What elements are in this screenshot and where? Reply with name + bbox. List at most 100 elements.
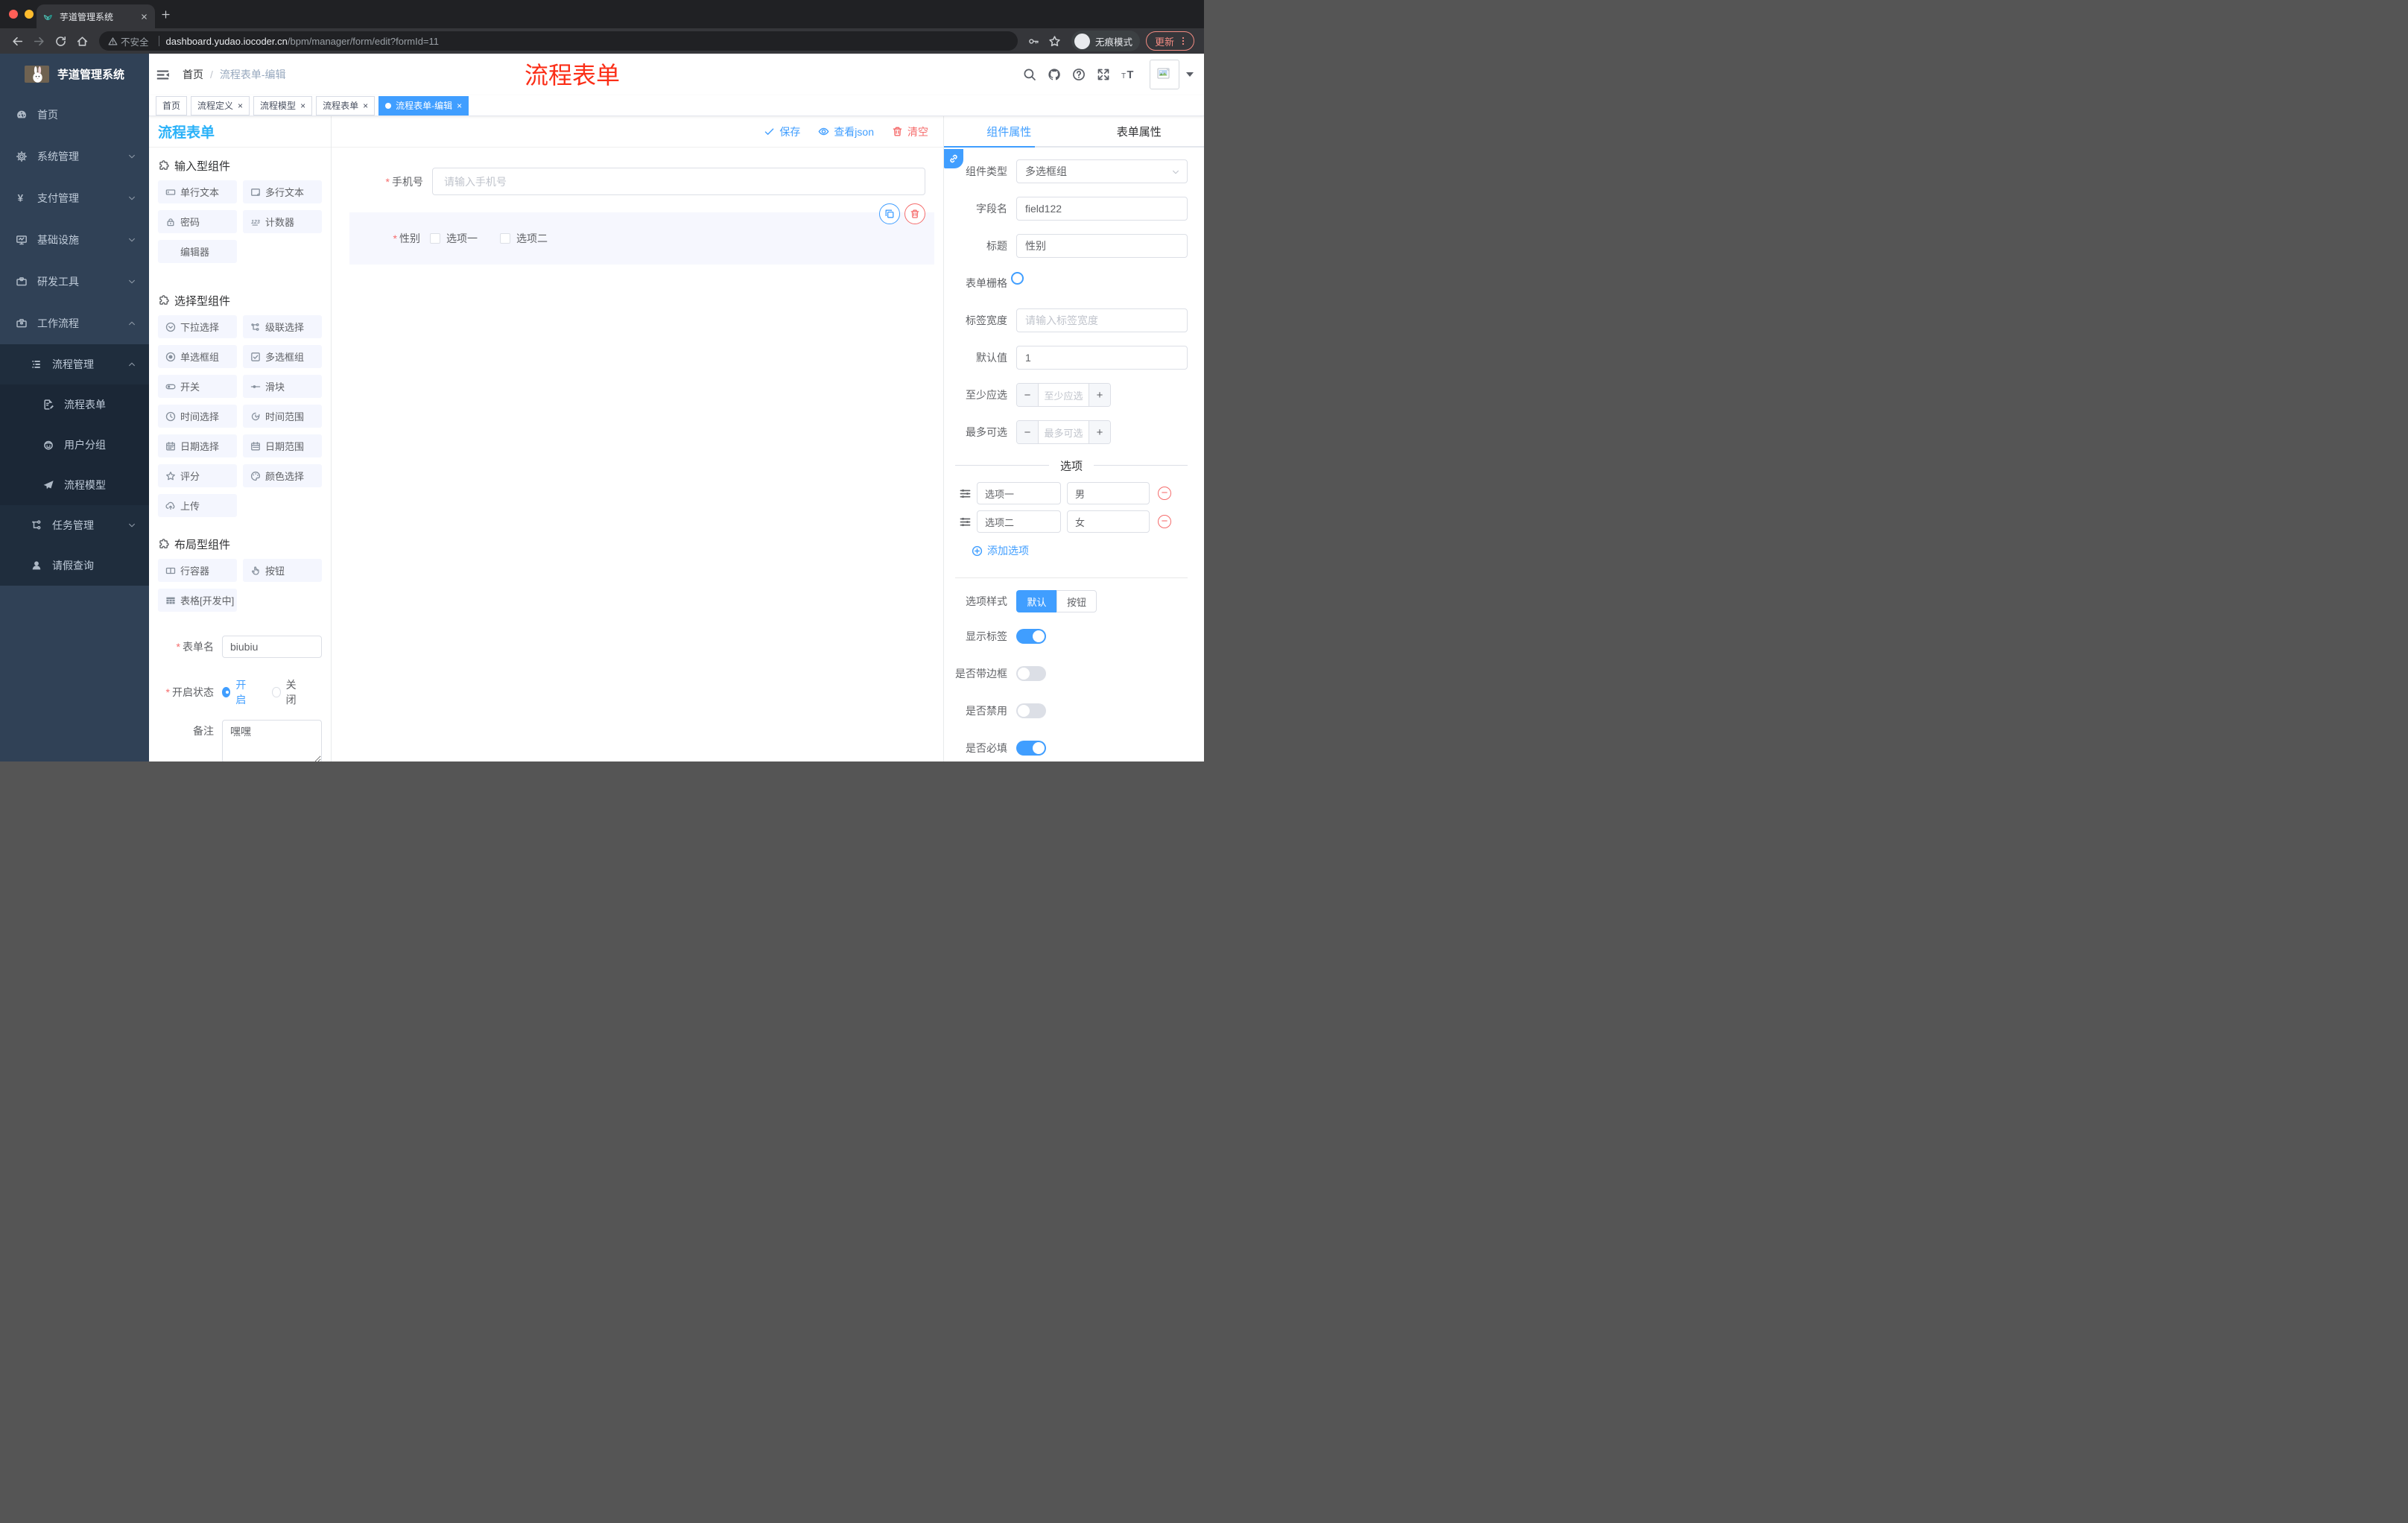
min-select-stepper[interactable]: − 至少应选 + — [1016, 383, 1111, 407]
close-icon[interactable]: × — [300, 101, 305, 110]
option-value-field[interactable] — [1067, 510, 1150, 533]
palette-item-滑块[interactable]: 滑块 — [243, 375, 322, 398]
palette-item-日期范围[interactable]: 日期范围 — [243, 434, 322, 457]
close-icon[interactable]: × — [457, 101, 462, 110]
minus-button[interactable]: − — [1017, 421, 1039, 443]
label-width-field[interactable] — [1016, 308, 1188, 332]
phone-input[interactable] — [433, 175, 925, 188]
drag-handle-icon[interactable] — [959, 516, 972, 528]
sidebar-item-流程管理[interactable]: 流程管理 — [0, 344, 149, 384]
new-tab-button[interactable] — [161, 10, 171, 19]
browser-menu-icon[interactable] — [1178, 36, 1188, 46]
tab-component-props[interactable]: 组件属性 — [944, 116, 1074, 146]
option-label-field[interactable] — [977, 510, 1061, 533]
sidebar-item-工作流程[interactable]: 工作流程 — [0, 303, 149, 344]
home-icon[interactable] — [76, 35, 89, 48]
palette-item-表格[开发中][interactable]: 表格[开发中] — [158, 589, 237, 612]
toggle-switch-显示标签[interactable] — [1016, 629, 1046, 644]
max-select-placeholder[interactable]: 最多可选 — [1039, 421, 1089, 443]
option-value-field[interactable] — [1067, 482, 1150, 504]
back-icon[interactable] — [11, 35, 24, 48]
status-radio-off[interactable]: 关闭 — [272, 677, 302, 707]
palette-item-多选框组[interactable]: 多选框组 — [243, 345, 322, 368]
checkbox-icon[interactable] — [430, 233, 440, 244]
gender-option-1[interactable]: 选项一 — [430, 231, 478, 246]
option-value-input[interactable] — [1068, 487, 1149, 499]
palette-item-评分[interactable]: 评分 — [158, 464, 237, 487]
toggle-switch-是否必填[interactable] — [1016, 741, 1046, 756]
palette-item-级联选择[interactable]: 级联选择 — [243, 315, 322, 338]
view-json-button[interactable]: 查看json — [818, 124, 874, 139]
toggle-switch-是否禁用[interactable] — [1016, 703, 1046, 718]
browser-tab[interactable]: 芋道管理系统 — [37, 4, 155, 28]
toggle-switch-是否带边框[interactable] — [1016, 666, 1046, 681]
form-name-input[interactable] — [223, 641, 321, 653]
font-size-icon[interactable]: TT — [1121, 68, 1138, 81]
help-icon[interactable] — [1072, 68, 1086, 81]
palette-item-上传[interactable]: 上传 — [158, 494, 237, 517]
sidebar-item-流程模型[interactable]: 流程模型 — [0, 465, 149, 505]
sidebar-item-请假查询[interactable]: 请假查询 — [0, 545, 149, 586]
style-option-按钮[interactable]: 按钮 — [1056, 590, 1097, 612]
slider-handle[interactable] — [1011, 272, 1024, 285]
bookmark-star-icon[interactable] — [1048, 35, 1061, 48]
remove-option-button[interactable]: − — [1158, 515, 1171, 528]
tag-首页[interactable]: 首页 — [156, 95, 188, 115]
option-value-input[interactable] — [1068, 516, 1149, 528]
tab-form-props[interactable]: 表单属性 — [1074, 116, 1205, 146]
search-icon[interactable] — [1023, 68, 1036, 81]
drag-handle-icon[interactable] — [959, 487, 972, 500]
palette-item-编辑器[interactable]: 编辑器 — [158, 240, 237, 263]
plus-button[interactable]: + — [1089, 384, 1110, 406]
sidebar-item-基础设施[interactable]: 基础设施 — [0, 219, 149, 261]
palette-item-日期选择[interactable]: 日期选择 — [158, 434, 237, 457]
avatar[interactable] — [1150, 60, 1179, 89]
minus-button[interactable]: − — [1017, 384, 1039, 406]
github-icon[interactable] — [1048, 68, 1061, 81]
palette-item-密码[interactable]: 密码 — [158, 210, 237, 233]
password-key-icon[interactable] — [1028, 36, 1039, 47]
remove-option-button[interactable]: − — [1158, 487, 1171, 500]
duplicate-component-button[interactable] — [879, 203, 900, 224]
sidebar-item-流程表单[interactable]: 流程表单 — [0, 384, 149, 425]
checkbox-icon[interactable] — [500, 233, 510, 244]
sidebar-item-研发工具[interactable]: 研发工具 — [0, 261, 149, 303]
style-option-默认[interactable]: 默认 — [1016, 590, 1056, 612]
palette-item-按钮[interactable]: 按钮 — [243, 559, 322, 582]
tag-流程定义[interactable]: 流程定义 × — [191, 95, 250, 115]
gender-option-2[interactable]: 选项二 — [500, 231, 548, 246]
add-option-button[interactable]: 添加选项 — [972, 543, 1188, 558]
save-button[interactable]: 保存 — [764, 124, 800, 139]
tag-流程模型[interactable]: 流程模型 × — [253, 95, 313, 115]
fullscreen-icon[interactable] — [1097, 68, 1110, 81]
min-select-placeholder[interactable]: 至少应选 — [1039, 384, 1089, 406]
field-name-field[interactable] — [1016, 197, 1188, 221]
default-value-field[interactable] — [1016, 346, 1188, 370]
hamburger-fold-icon[interactable] — [156, 68, 170, 82]
close-icon[interactable]: × — [238, 101, 243, 110]
sidebar-item-任务管理[interactable]: 任务管理 — [0, 505, 149, 545]
gender-field-selected[interactable]: * 性别 选项一 选项二 — [349, 203, 934, 265]
sidebar-item-支付管理[interactable]: ¥ 支付管理 — [0, 177, 149, 219]
close-window-button[interactable] — [9, 10, 18, 19]
update-button[interactable]: 更新 — [1145, 31, 1194, 51]
palette-item-多行文本[interactable]: 多行文本 — [243, 180, 322, 203]
doc-link-button[interactable] — [944, 149, 963, 168]
delete-component-button[interactable] — [904, 203, 925, 224]
component-type-value[interactable] — [1017, 165, 1187, 177]
palette-item-单选框组[interactable]: 单选框组 — [158, 345, 237, 368]
breadcrumb-home[interactable]: 首页 — [183, 67, 203, 82]
field-name-input[interactable] — [1017, 203, 1187, 215]
max-select-stepper[interactable]: − 最多可选 + — [1016, 420, 1111, 444]
clear-button[interactable]: 清空 — [892, 124, 928, 139]
sidebar-item-用户分组[interactable]: 用户分组 — [0, 425, 149, 465]
status-radio-on[interactable]: 开启 — [222, 677, 253, 707]
phone-input-field[interactable] — [432, 168, 925, 195]
address-bar[interactable]: 不安全 dashboard.yudao.iocoder.cn /bpm/mana… — [99, 31, 1018, 51]
reload-icon[interactable] — [54, 35, 67, 48]
label-width-input[interactable] — [1017, 314, 1187, 326]
component-type-select[interactable] — [1016, 159, 1188, 183]
chevron-down-icon[interactable] — [1186, 72, 1194, 77]
form-name-field[interactable] — [222, 636, 322, 658]
option-label-input[interactable] — [978, 487, 1060, 499]
